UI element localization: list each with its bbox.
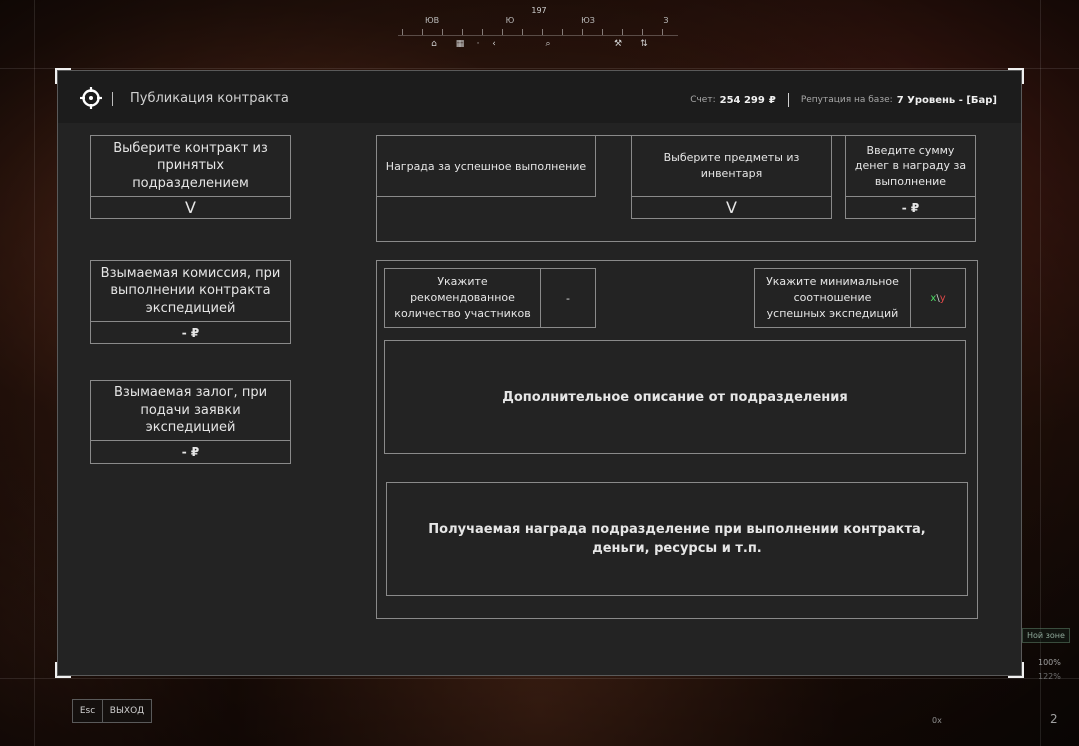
hud-line-top [0, 68, 1079, 69]
crosshair-icon [80, 87, 102, 109]
deposit-value[interactable]: - ₽ [90, 440, 291, 464]
panel-corner-tl [55, 68, 71, 84]
hud-counter: 0x [932, 716, 942, 725]
panel-header: Публикация контракта Счет: 254 299 ₽ Реп… [58, 71, 1021, 123]
panel-corner-br [1008, 662, 1024, 678]
success-ratio-input[interactable]: x \ y [910, 268, 966, 328]
stats-separator [787, 93, 789, 107]
compass-scale [398, 28, 678, 36]
reputation-value: 7 Уровень - [Бар] [896, 94, 997, 106]
exit-button[interactable]: ВЫХОД [103, 700, 151, 722]
compass-marker-grid-icon: ▦ [455, 39, 465, 49]
compass-heading: 197 [531, 6, 547, 15]
zone-indicator: Ной зоне [1022, 628, 1070, 643]
compass-label-sw: ЮЗ [581, 16, 595, 25]
hud-line-bottom [0, 678, 1079, 679]
hud-percent-top: 100% [1038, 658, 1061, 667]
participants-label: Укажите рекомендованное количество участ… [384, 268, 541, 328]
chevron-down-icon: V [185, 198, 196, 217]
reward-header: Награда за успешное выполнение [376, 135, 596, 197]
panel-corner-tr [1008, 68, 1024, 84]
page-title: Публикация контракта [130, 91, 289, 106]
reputation-label: Репутация на базе: [800, 95, 893, 105]
commission-label: Взымаемая комиссия, при выполнении контр… [90, 260, 291, 322]
division-description-field[interactable]: Дополнительное описание от подразделения [384, 340, 966, 454]
contract-publication-panel: Публикация контракта Счет: 254 299 ₽ Реп… [57, 70, 1022, 676]
chevron-down-icon: V [726, 198, 737, 217]
hud-percent-bottom: 122% [1038, 672, 1061, 681]
compass-label-s: Ю [505, 16, 515, 25]
deposit-label: Взымаемая залог, при подачи заявки экспе… [90, 380, 291, 441]
participants-input[interactable]: - [540, 268, 596, 328]
compass-label-w: З [663, 16, 669, 25]
currency-icon: ₽ [768, 94, 776, 106]
contract-select-label: Выберите контракт из принятых подразделе… [90, 135, 291, 197]
compass-marker-tool-icon: ⚒ [613, 39, 623, 49]
account-value: 254 299 [719, 94, 765, 106]
compass-marker-pin-icon: ⌕ [545, 39, 551, 49]
compass-marker-arrow-icon: ‹ [492, 39, 496, 49]
reward-money-label: Введите сумму денег в награду за выполне… [845, 135, 976, 197]
reward-items-dropdown[interactable]: V [631, 196, 832, 219]
panel-corner-bl [55, 662, 71, 678]
ammo-count: 2 [1050, 712, 1058, 726]
hud-line-left [34, 0, 35, 746]
ratio-y: y [939, 292, 946, 304]
account-label: Счет: [690, 95, 716, 105]
compass: 197 ЮВ Ю ЮЗ З ⌂ ▦ · ‹ ⌕ ⚒ ⇅ [398, 6, 678, 54]
success-ratio-label: Укажите минимальное соотношение успешных… [754, 268, 911, 328]
reward-money-input[interactable]: - ₽ [845, 196, 976, 219]
header-stats: Счет: 254 299 ₽ Репутация на базе: 7 Уро… [690, 93, 997, 107]
compass-marker-updown-icon: ⇅ [640, 39, 648, 49]
compass-marker-base-icon: ⌂ [431, 39, 437, 49]
exit-bar: Esc ВЫХОД [72, 699, 152, 723]
esc-key-button[interactable]: Esc [73, 700, 103, 722]
compass-marker-dot-icon: · [476, 39, 480, 49]
compass-label-se: ЮВ [424, 16, 440, 25]
reward-items-label: Выберите предметы из инвентаря [631, 135, 832, 197]
contract-select-dropdown[interactable]: V [90, 196, 291, 219]
division-reward-field[interactable]: Получаемая награда подразделение при вып… [386, 482, 968, 596]
commission-value[interactable]: - ₽ [90, 321, 291, 344]
header-separator [112, 92, 113, 106]
